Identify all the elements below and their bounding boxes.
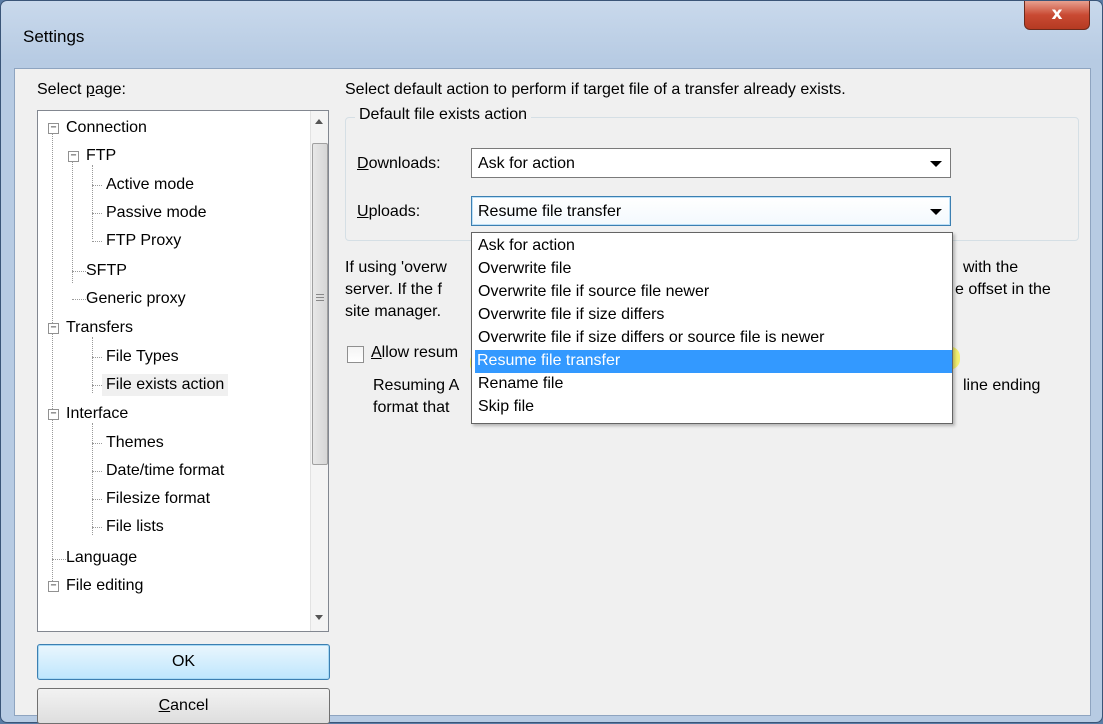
uploads-dropdown-list[interactable]: Ask for action Overwrite file Overwrite … [471, 232, 953, 424]
tree-item-generic-proxy[interactable]: Generic proxy [86, 288, 186, 310]
cancel-button[interactable]: Cancel [37, 688, 330, 724]
tree-item-file-lists[interactable]: File lists [106, 516, 164, 538]
tree-item-filesize-format[interactable]: Filesize format [106, 488, 210, 510]
dialog-client: Select page: − Connection − FTP Active m… [14, 68, 1091, 724]
tree-item-language[interactable]: Language [66, 547, 137, 569]
info-text-line1b: with the [963, 259, 1019, 276]
dropdown-option[interactable]: Overwrite file [476, 258, 571, 281]
resume-note-line2: format that [373, 399, 450, 416]
resume-note-line1a: Resuming A [373, 377, 460, 394]
allow-resume-checkbox[interactable] [347, 346, 364, 363]
tree-item-themes[interactable]: Themes [106, 432, 164, 454]
chevron-down-icon [930, 209, 942, 215]
info-text-line2a: server. If the f [345, 281, 442, 298]
uploads-label: Uploads: [357, 203, 421, 220]
tree-item-file-types[interactable]: File Types [106, 346, 179, 368]
tree-item-sftp[interactable]: SFTP [86, 260, 127, 282]
tree-item-active-mode[interactable]: Active mode [106, 174, 194, 196]
tree-item-file-exists-action[interactable]: File exists action [102, 374, 229, 396]
group-title: Default file exists action [355, 106, 532, 124]
dropdown-option[interactable]: Skip file [476, 396, 534, 419]
select-page-label: Select page: [37, 81, 126, 98]
dropdown-option[interactable]: Ask for action [476, 235, 575, 258]
scroll-up-icon[interactable] [315, 119, 323, 124]
resume-note-line1b: line ending [963, 377, 1041, 394]
settings-window: Settings x Select page: − Connection − F… [0, 0, 1103, 724]
scroll-down-icon[interactable] [315, 615, 323, 620]
expand-icon[interactable]: − [48, 323, 59, 334]
dropdown-option[interactable]: Rename file [476, 373, 563, 396]
tree-item-transfers[interactable]: Transfers [66, 317, 133, 339]
info-text-line1a: If using 'overw [345, 259, 447, 276]
page-tree[interactable]: − Connection − FTP Active mode Passive m… [37, 110, 329, 632]
allow-resume-label: Allow resum [371, 344, 459, 361]
tree-scrollbar[interactable] [310, 111, 328, 631]
expand-icon[interactable]: − [48, 581, 59, 592]
dropdown-option-selected[interactable]: Resume file transfer [475, 350, 952, 373]
tree-item-file-editing[interactable]: File editing [66, 575, 143, 597]
downloads-label: Downloads: [357, 155, 441, 172]
dropdown-option[interactable]: Overwrite file if source file newer [476, 281, 709, 304]
tree-item-ftp-proxy[interactable]: FTP Proxy [106, 230, 181, 252]
info-text-line3: site manager. [345, 303, 442, 320]
tree-item-connection[interactable]: Connection [66, 117, 147, 139]
chevron-down-icon [930, 161, 942, 167]
tree-item-interface[interactable]: Interface [66, 403, 128, 425]
window-title: Settings [23, 27, 85, 46]
expand-icon[interactable]: − [48, 123, 59, 134]
uploads-select[interactable]: Resume file transfer [471, 196, 951, 226]
expand-icon[interactable]: − [48, 409, 59, 420]
close-button[interactable]: x [1024, 1, 1090, 30]
description-text: Select default action to perform if targ… [345, 81, 846, 98]
info-text-line2b: e offset in the [955, 281, 1051, 298]
tree-item-ftp[interactable]: FTP [86, 145, 116, 167]
downloads-select[interactable]: Ask for action [471, 148, 951, 178]
tree-item-date-time-format[interactable]: Date/time format [106, 460, 224, 482]
scroll-thumb[interactable] [312, 143, 328, 465]
dropdown-option[interactable]: Overwrite file if size differs [476, 304, 664, 327]
ok-button[interactable]: OK [37, 644, 330, 680]
dropdown-option[interactable]: Overwrite file if size differs or source… [476, 327, 824, 350]
tree-item-passive-mode[interactable]: Passive mode [106, 202, 207, 224]
expand-icon[interactable]: − [68, 151, 79, 162]
